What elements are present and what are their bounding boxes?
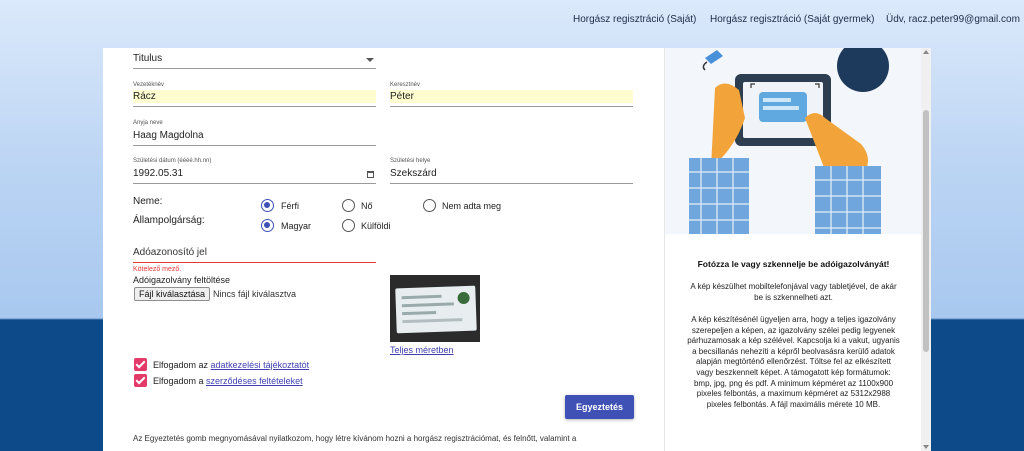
titulus-select[interactable]: Titulus	[133, 48, 376, 69]
terms-link[interactable]: szerződéses feltételeket	[206, 376, 303, 386]
keresztnev-field[interactable]: Péter	[390, 90, 633, 107]
submit-button[interactable]: Egyeztetés	[565, 395, 634, 419]
top-navigation: Horgász regisztráció (Saját) Horgász reg…	[0, 0, 1024, 40]
registration-card: Titulus Vezetéknév Rácz Keresztnév Péter…	[103, 48, 931, 451]
szuletesi-datum-field[interactable]: 1992.05.31	[133, 166, 376, 184]
registration-form: Titulus Vezetéknév Rácz Keresztnév Péter…	[103, 48, 664, 451]
radio-nem-adta-meg-label: Nem adta meg	[442, 201, 502, 211]
szuletesi-datum-label: Születési dátum (éééé.hh.nn)	[133, 158, 212, 164]
help-title: Fotózza le vagy szkennelje be adóigazolv…	[697, 259, 890, 269]
scroll-thumb[interactable]	[923, 110, 929, 352]
nav-link-own-registration[interactable]: Horgász regisztráció (Saját)	[573, 14, 696, 25]
allampolgarsag-label: Állampolgárság:	[133, 215, 205, 226]
vezeteknev-field[interactable]: Rácz	[133, 90, 376, 107]
consent-privacy-checkbox[interactable]	[134, 358, 147, 371]
scroll-up-icon[interactable]	[923, 50, 929, 54]
szuletesi-hely-label: Születési helye	[390, 158, 431, 164]
neme-label: Neme:	[133, 196, 163, 207]
titulus-value: Titulus	[133, 53, 163, 64]
keresztnev-value: Péter	[390, 90, 633, 103]
phone-scan-illustration	[665, 48, 921, 234]
radio-no[interactable]	[342, 199, 355, 212]
emblem-icon	[457, 291, 470, 305]
consent-terms-prefix: Elfogadom a	[153, 376, 207, 386]
adoazonosito-placeholder: Adóazonosító jel	[133, 247, 207, 258]
radio-kulfoldi[interactable]	[342, 219, 355, 232]
file-select-button[interactable]: Fájl kiválasztása	[134, 287, 211, 301]
radio-nem-adta-meg[interactable]	[423, 199, 436, 212]
id-card-preview[interactable]	[390, 275, 480, 342]
radio-magyar-label: Magyar	[281, 221, 312, 231]
szuletesi-hely-value: Szekszárd	[390, 168, 437, 179]
radio-ferfi-label: Férfi	[281, 201, 299, 211]
scroll-down-icon[interactable]	[923, 445, 929, 449]
szuletesi-datum-value: 1992.05.31	[133, 168, 184, 179]
upload-label: Adóigazolvány feltöltése	[133, 275, 231, 285]
full-size-link[interactable]: Teljes méretben	[390, 345, 454, 355]
radio-kulfoldi-label: Külföldi	[361, 221, 391, 231]
anyja-neve-value: Haag Magdolna	[133, 130, 204, 141]
consent-terms-checkbox[interactable]	[134, 374, 147, 387]
vezeteknev-label: Vezetéknév	[133, 82, 165, 88]
adoazonosito-field[interactable]: Adóazonosító jel	[133, 244, 376, 263]
anyja-neve-label: Anyja neve	[133, 120, 163, 126]
consent-privacy-prefix: Elfogadom az	[153, 360, 211, 370]
help-paragraph-2: A kép készítésénél ügyeljen arra, hogy a…	[687, 315, 900, 409]
consent-terms-text: Elfogadom a szerződéses feltételeket	[153, 376, 303, 386]
declaration-text: Az Egyeztetés gomb megnyomásával nyilatk…	[133, 434, 577, 443]
file-status: Nincs fájl kiválasztva	[213, 289, 297, 299]
help-panel: Fotózza le vagy szkennelje be adóigazolv…	[664, 48, 921, 451]
anyja-neve-field[interactable]: Haag Magdolna	[133, 128, 376, 146]
consent-privacy-text: Elfogadom az adatkezelési tájékoztatót	[153, 360, 309, 370]
radio-no-label: Nő	[361, 201, 373, 211]
help-paragraph-1: A kép készülhet mobiltelefonjával vagy t…	[690, 282, 897, 302]
chevron-down-icon	[366, 58, 374, 62]
id-card-image	[395, 285, 477, 334]
scrollbar[interactable]	[921, 48, 931, 451]
vezeteknev-value: Rácz	[133, 90, 376, 103]
privacy-policy-link[interactable]: adatkezelési tájékoztatót	[211, 360, 310, 370]
radio-magyar[interactable]	[261, 219, 274, 232]
radio-ferfi[interactable]	[261, 199, 274, 212]
szuletesi-hely-field[interactable]: Szekszárd	[390, 166, 633, 184]
adoazonosito-error: Kötelező mező.	[133, 266, 182, 273]
keresztnev-label: Keresztnév	[390, 82, 421, 88]
nav-link-child-registration[interactable]: Horgász regisztráció (Saját gyermek)	[710, 14, 875, 25]
calendar-icon[interactable]	[367, 171, 374, 178]
user-greeting[interactable]: Üdv, racz.peter99@gmail.com	[886, 14, 1020, 25]
